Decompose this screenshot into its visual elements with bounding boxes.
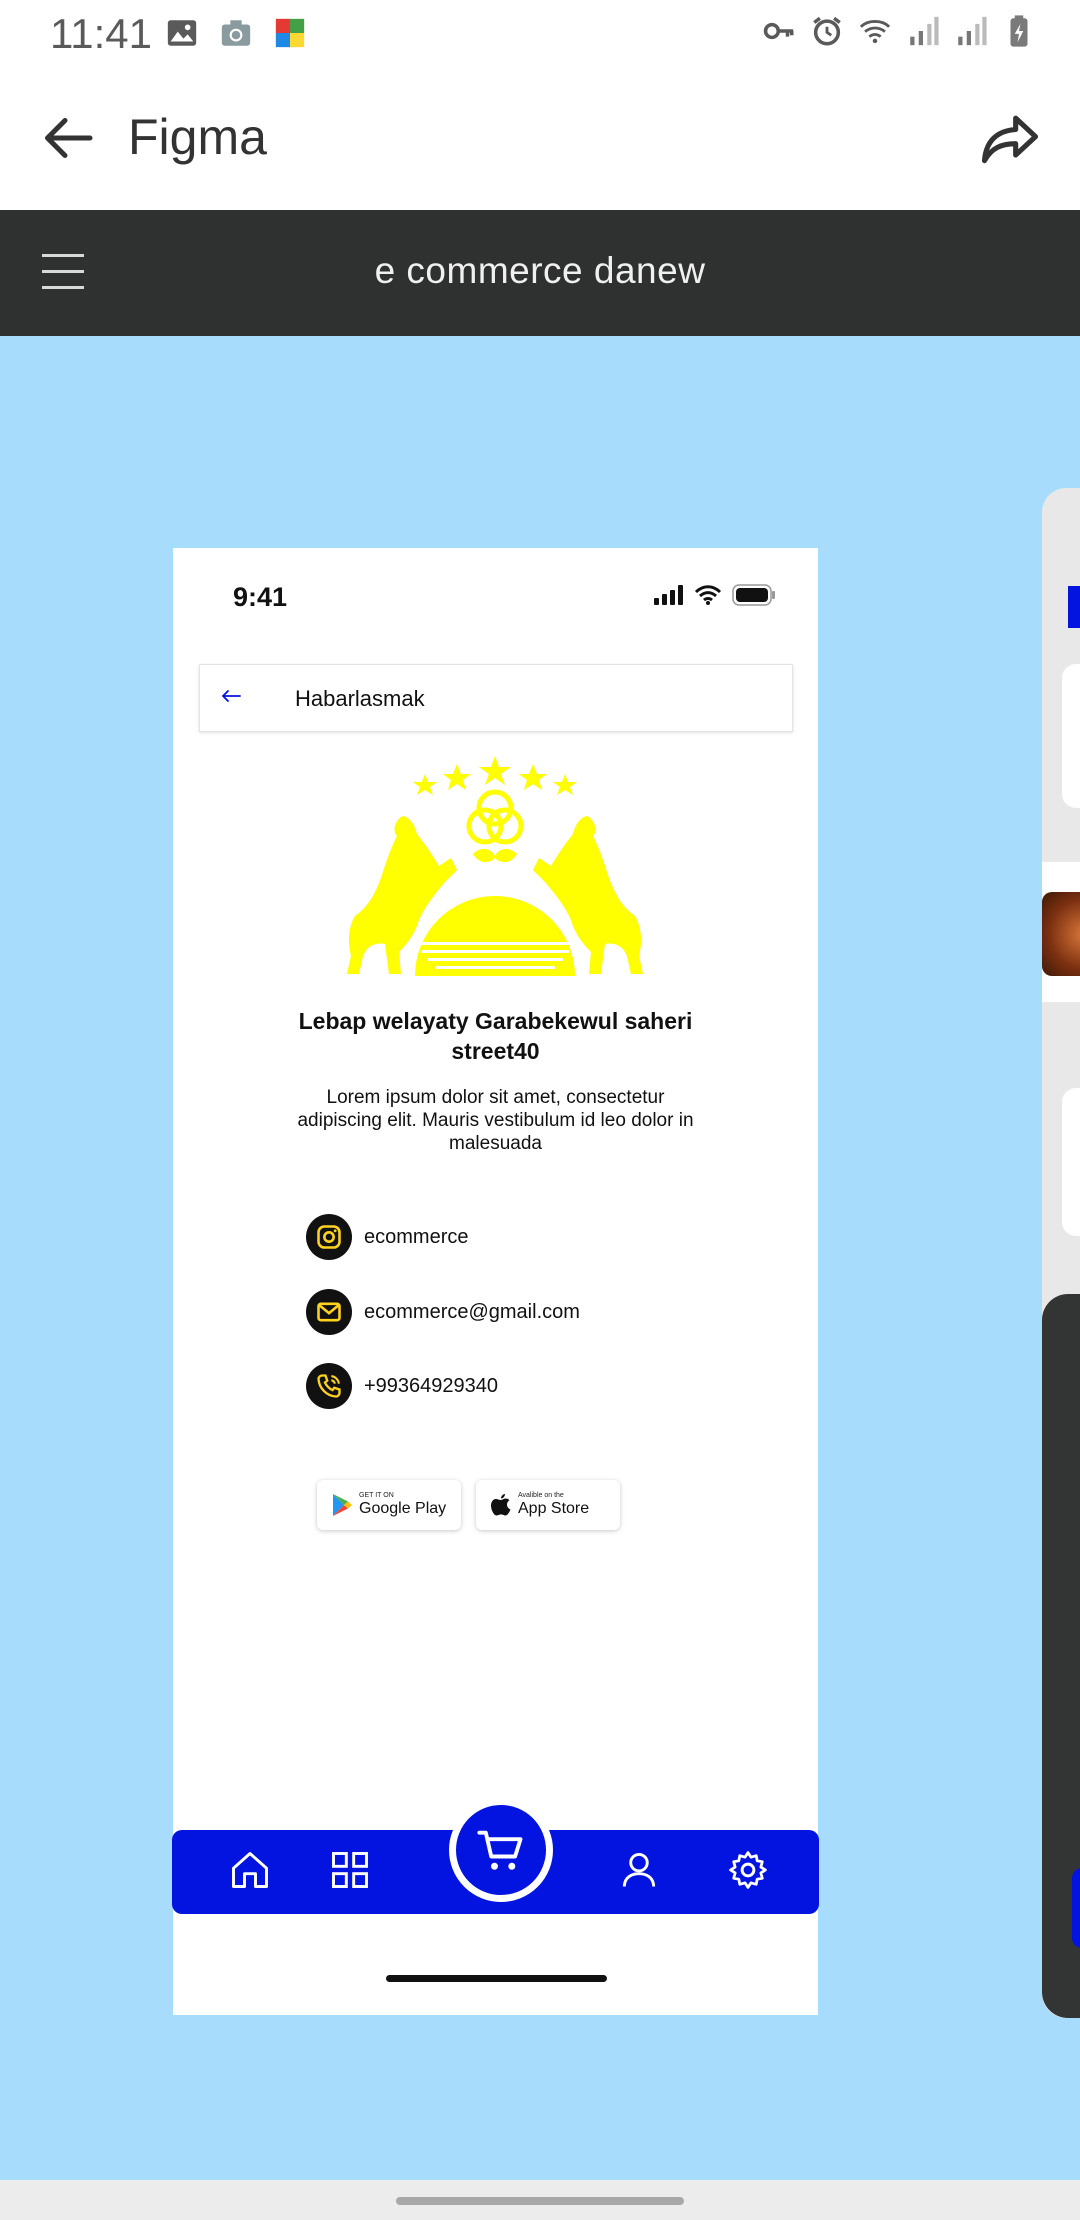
contact-instagram[interactable]: ecommerce <box>306 1214 468 1260</box>
google-play-badge[interactable]: GET IT ON Google Play <box>317 1480 461 1530</box>
prototype-frame: 9:41 Habarlasmak Lebap welayaty Garabeke… <box>172 548 819 2015</box>
contact-email[interactable]: ecommerce@gmail.com <box>306 1289 580 1335</box>
vpn-key-icon <box>763 22 794 40</box>
user-icon[interactable] <box>617 1848 661 1892</box>
mail-icon <box>306 1289 352 1335</box>
system-clock: 11:41 <box>50 10 152 57</box>
adjacent-frame-peek[interactable] <box>1042 488 1080 2018</box>
google-play-icon <box>333 1494 352 1516</box>
badge-caption: Avalible on the <box>518 1492 564 1499</box>
cart-button[interactable] <box>449 1798 553 1902</box>
puzzle-app-notification-icon <box>275 18 305 48</box>
badge-title: App Store <box>518 1500 590 1517</box>
gallery-notification-icon <box>167 20 197 46</box>
contact-text: ecommerce <box>364 1225 469 1248</box>
app-store-badge[interactable]: Avalible on the App Store <box>476 1480 620 1530</box>
grid-icon[interactable] <box>328 1848 372 1892</box>
food-image <box>1042 892 1080 976</box>
settings-icon[interactable] <box>726 1848 770 1892</box>
badge-caption: GET IT ON <box>359 1492 394 1499</box>
cart-icon <box>477 1830 523 1870</box>
contact-page-title: Habarlasmak <box>295 686 425 711</box>
contact-phone[interactable]: +99364929340 <box>306 1363 498 1409</box>
file-title: e commerce danew <box>374 250 706 291</box>
description-text: Lorem ipsum dolor sit amet, consectetur … <box>297 1087 694 1154</box>
contact-page-header: Habarlasmak <box>199 664 793 732</box>
frame-battery-icon <box>732 584 775 606</box>
store-badges: GET IT ON Google Play Avalible on the Ap… <box>317 1480 620 1530</box>
figma-file-header: e commerce danew <box>0 210 1080 336</box>
frame-status-time: 9:41 <box>233 582 288 612</box>
app-title: Figma <box>128 109 267 165</box>
phone-icon <box>306 1363 352 1409</box>
app-bar: Figma <box>0 68 1080 210</box>
contact-text: ecommerce@gmail.com <box>364 1300 580 1323</box>
emblem-logo <box>347 756 643 976</box>
signal-icon <box>910 16 939 46</box>
frame-wifi-icon <box>694 585 722 605</box>
home-indicator <box>386 1975 607 1982</box>
home-icon[interactable] <box>228 1848 272 1892</box>
wifi-icon <box>859 20 891 44</box>
instagram-icon <box>306 1214 352 1260</box>
frame-signal-icon <box>654 585 683 605</box>
back-arrow-icon[interactable] <box>40 108 100 168</box>
battery-charging-icon <box>1010 15 1028 47</box>
badge-title: Google Play <box>359 1500 447 1517</box>
gesture-pill[interactable] <box>396 2197 684 2205</box>
address-text: Lebap welayaty Garabekewul saheri street… <box>298 1008 693 1064</box>
signal-icon-2 <box>958 16 987 46</box>
system-status-bar: 11:41 <box>0 0 1080 68</box>
frame-back-arrow-icon[interactable] <box>220 687 242 705</box>
apple-icon <box>491 1494 511 1516</box>
share-icon[interactable] <box>976 104 1044 172</box>
alarm-icon <box>813 16 841 46</box>
gesture-navigation-area <box>0 2180 1080 2220</box>
camera-notification-icon <box>221 20 251 46</box>
contact-text: +99364929340 <box>364 1374 499 1397</box>
